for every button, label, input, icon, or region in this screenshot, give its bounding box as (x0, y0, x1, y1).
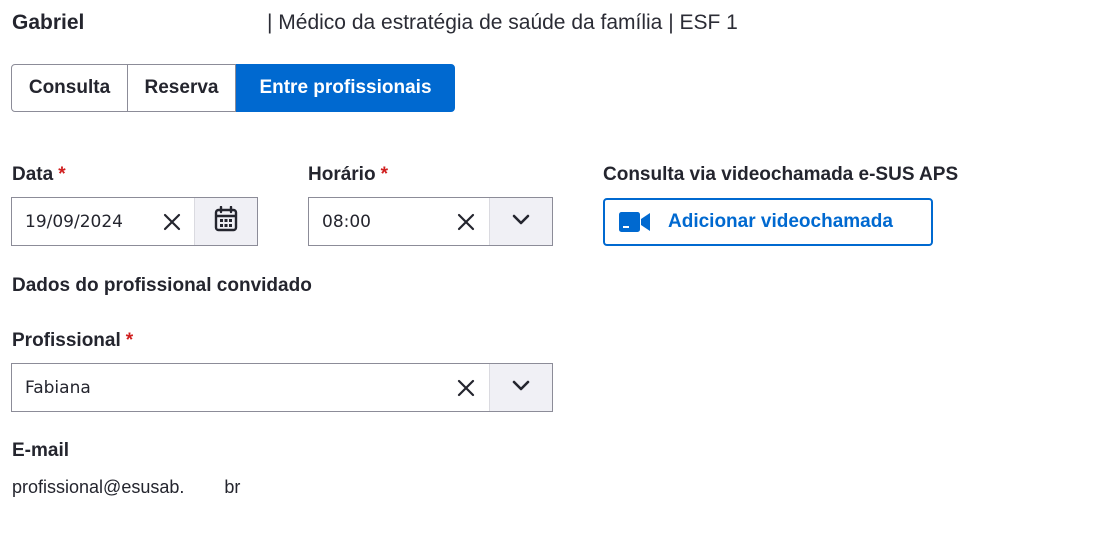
invited-professional-section-title: Dados do profissional convidado (12, 275, 312, 296)
professional-role: | Médico da estratégia de saúde da famíl… (267, 11, 738, 34)
calendar-button[interactable] (194, 198, 257, 245)
tab-entre-profissionais[interactable]: Entre profissionais (236, 64, 455, 112)
chevron-down-icon (512, 379, 530, 397)
professional-label-text: Profissional (12, 330, 121, 351)
tab-reserva[interactable]: Reserva (128, 64, 236, 112)
time-input[interactable]: 08:00 (309, 198, 443, 245)
email-label: E-mail (12, 440, 70, 461)
close-icon[interactable] (443, 364, 489, 411)
appointment-type-tabs: Consulta Reserva Entre profissionais (11, 64, 455, 112)
close-icon[interactable] (150, 198, 194, 245)
professional-field: Fabiana (11, 363, 553, 412)
time-field: 08:00 (308, 197, 553, 246)
professional-dropdown-button[interactable] (489, 364, 552, 411)
required-mark: * (380, 164, 388, 185)
chevron-down-icon (512, 213, 530, 231)
add-video-call-label: Adicionar videochamada (668, 211, 893, 232)
video-camera-icon (619, 211, 651, 233)
professional-name: Gabriel (12, 11, 85, 34)
tab-consulta[interactable]: Consulta (11, 64, 128, 112)
professional-label: Profissional * (12, 329, 133, 353)
date-field: 19/09/2024 (11, 197, 258, 246)
time-label-text: Horário (308, 164, 376, 185)
required-mark: * (58, 164, 66, 185)
required-mark: * (125, 330, 134, 351)
video-call-label: Consulta via videochamada e-SUS APS (603, 164, 959, 185)
date-input[interactable]: 19/09/2024 (12, 198, 150, 245)
close-icon[interactable] (443, 198, 489, 245)
professional-select-input[interactable]: Fabiana (12, 364, 443, 411)
add-video-call-button[interactable]: Adicionar videochamada (603, 198, 933, 246)
time-dropdown-button[interactable] (489, 198, 552, 245)
date-label-text: Data (12, 164, 54, 185)
email-value: profissional@esusab. br (12, 477, 241, 497)
date-label: Data * (12, 163, 66, 187)
time-label: Horário * (308, 163, 388, 187)
calendar-icon (214, 205, 238, 237)
